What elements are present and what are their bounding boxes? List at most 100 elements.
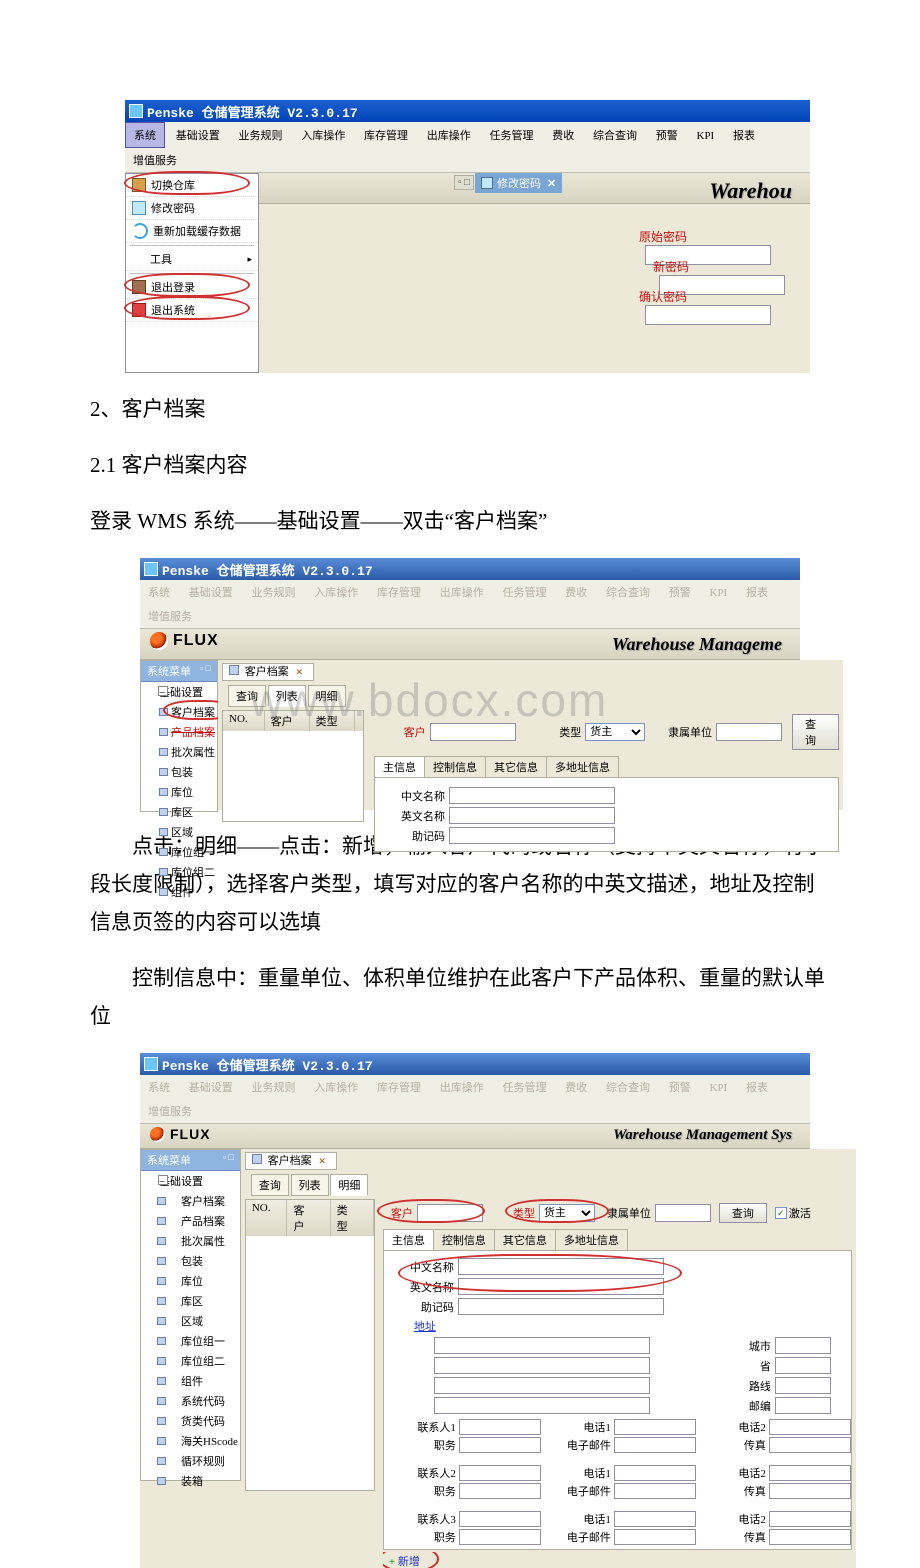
- tel1c-input[interactable]: [614, 1511, 696, 1527]
- tab-customer-profile[interactable]: 客户档案 ✕: [245, 1152, 337, 1170]
- menu-item[interactable]: 出库操作: [432, 1075, 492, 1099]
- subtab-list[interactable]: 列表: [291, 1174, 329, 1196]
- customer-input[interactable]: [417, 1204, 483, 1222]
- city-input[interactable]: [775, 1337, 831, 1354]
- mi-change-password[interactable]: 修改密码: [126, 197, 258, 220]
- code-input[interactable]: [458, 1298, 664, 1315]
- tree-item[interactable]: 库位组一: [141, 842, 217, 862]
- tree-item[interactable]: 产品档案: [141, 722, 217, 742]
- fax3-input[interactable]: [769, 1529, 851, 1545]
- menu-item[interactable]: 业务规则: [231, 123, 291, 147]
- menu-item[interactable]: 系统: [140, 580, 178, 604]
- infotab-other[interactable]: 其它信息: [494, 1229, 556, 1250]
- infotab-multiaddr[interactable]: 多地址信息: [555, 1229, 628, 1250]
- tree-item[interactable]: 组件: [141, 1371, 240, 1391]
- addr-line4[interactable]: [434, 1397, 650, 1414]
- subtab-detail[interactable]: 明细: [330, 1174, 368, 1196]
- menu-item[interactable]: KPI: [702, 583, 736, 603]
- menu-item[interactable]: 业务规则: [244, 1075, 304, 1099]
- collapse-icon[interactable]: −: [158, 1175, 168, 1185]
- tel2b-input[interactable]: [769, 1465, 851, 1481]
- menu-item[interactable]: 预警: [648, 123, 686, 147]
- unit-input[interactable]: [716, 723, 782, 741]
- tree-item[interactable]: 库位组一: [141, 1331, 240, 1351]
- tree-item[interactable]: 库位: [141, 782, 217, 802]
- cn-name-input[interactable]: [458, 1258, 664, 1275]
- tree-item[interactable]: 库区: [141, 1291, 240, 1311]
- tree-item[interactable]: 包装: [141, 1251, 240, 1271]
- menu-item[interactable]: 费收: [557, 1075, 595, 1099]
- result-grid[interactable]: NO. 客户 类型: [245, 1199, 375, 1491]
- menu-system[interactable]: 系统: [125, 122, 165, 148]
- query-button[interactable]: 查询: [719, 1203, 767, 1223]
- addr-line3[interactable]: [434, 1377, 650, 1394]
- menu-item[interactable]: 报表: [725, 123, 763, 147]
- tree-item[interactable]: 区域: [141, 1311, 240, 1331]
- collapse-icon[interactable]: −: [158, 686, 168, 696]
- tab-change-password[interactable]: 修改密码 ✕: [475, 173, 562, 193]
- menu-item[interactable]: 库存管理: [369, 1075, 429, 1099]
- en-name-input[interactable]: [449, 807, 615, 824]
- infotab-control[interactable]: 控制信息: [433, 1229, 495, 1250]
- tree-item[interactable]: 装箱: [141, 1471, 240, 1491]
- tree-root[interactable]: − 基础设置: [141, 682, 217, 702]
- close-icon[interactable]: ✕: [318, 1156, 326, 1166]
- menu-item[interactable]: 基础设置: [181, 580, 241, 604]
- new-button[interactable]: + 新增: [389, 1556, 420, 1568]
- tree-item[interactable]: 包装: [141, 762, 217, 782]
- job2-input[interactable]: [459, 1483, 541, 1499]
- tree-item[interactable]: 库区: [141, 802, 217, 822]
- prov-input[interactable]: [775, 1357, 831, 1374]
- menu-item[interactable]: 基础设置: [168, 123, 228, 147]
- tree-item[interactable]: 循环规则: [141, 1451, 240, 1471]
- contact3-input[interactable]: [459, 1511, 541, 1527]
- confirm-password-input[interactable]: [645, 305, 771, 325]
- job1-input[interactable]: [459, 1437, 541, 1453]
- tree-item[interactable]: 产品档案: [141, 1211, 240, 1231]
- menu-item[interactable]: 出库操作: [419, 123, 479, 147]
- en-name-input[interactable]: [458, 1278, 664, 1295]
- mi-switch-warehouse[interactable]: 切换仓库: [126, 174, 258, 197]
- menu-item[interactable]: 综合查询: [598, 1075, 658, 1099]
- subtab-query[interactable]: 查询: [251, 1174, 289, 1196]
- menu-item[interactable]: 报表: [738, 1075, 776, 1099]
- query-button[interactable]: 查询: [792, 714, 839, 750]
- menu-item[interactable]: 入库操作: [306, 1075, 366, 1099]
- menu-item[interactable]: 入库操作: [293, 123, 353, 147]
- menu-item[interactable]: 入库操作: [306, 580, 366, 604]
- menu-item[interactable]: 增值服务: [125, 148, 185, 172]
- tree-item[interactable]: 系统代码: [141, 1391, 240, 1411]
- tree-item[interactable]: 库位: [141, 1271, 240, 1291]
- menu-item[interactable]: 增值服务: [140, 604, 200, 628]
- infotab-main[interactable]: 主信息: [383, 1229, 434, 1250]
- infotab-multiaddr[interactable]: 多地址信息: [546, 756, 619, 777]
- tel2c-input[interactable]: [769, 1511, 851, 1527]
- tel1b-input[interactable]: [614, 1465, 696, 1481]
- menu-item[interactable]: 基础设置: [181, 1075, 241, 1099]
- tree-item[interactable]: 海关HScode: [141, 1431, 240, 1451]
- tree-item[interactable]: 客户档案: [141, 1191, 240, 1211]
- mail1-input[interactable]: [614, 1437, 696, 1453]
- menu-item[interactable]: 费收: [544, 123, 582, 147]
- infotab-main[interactable]: 主信息: [374, 756, 425, 777]
- menu-item[interactable]: 库存管理: [356, 123, 416, 147]
- code-input[interactable]: [449, 827, 615, 844]
- fax2-input[interactable]: [769, 1483, 851, 1499]
- cn-name-input[interactable]: [449, 787, 615, 804]
- menu-item[interactable]: KPI: [702, 1078, 736, 1098]
- tree-item[interactable]: 批次属性: [141, 1231, 240, 1251]
- menu-item[interactable]: 任务管理: [482, 123, 542, 147]
- menu-item[interactable]: 库存管理: [369, 580, 429, 604]
- menu-item[interactable]: 系统: [140, 1075, 178, 1099]
- panel-minmax-icon[interactable]: ▫ □: [223, 1152, 234, 1162]
- tel2a-input[interactable]: [769, 1419, 851, 1435]
- fax1-input[interactable]: [769, 1437, 851, 1453]
- panel-minmax-icon[interactable]: ▫ □: [454, 175, 474, 190]
- menu-item[interactable]: 综合查询: [585, 123, 645, 147]
- tree-item[interactable]: 客户档案: [141, 702, 217, 722]
- menu-item[interactable]: 预警: [661, 1075, 699, 1099]
- active-checkbox[interactable]: ✓激活: [775, 1205, 811, 1221]
- zip-input[interactable]: [775, 1397, 831, 1414]
- menu-item[interactable]: 报表: [738, 580, 776, 604]
- tree-item[interactable]: 组件: [141, 882, 217, 902]
